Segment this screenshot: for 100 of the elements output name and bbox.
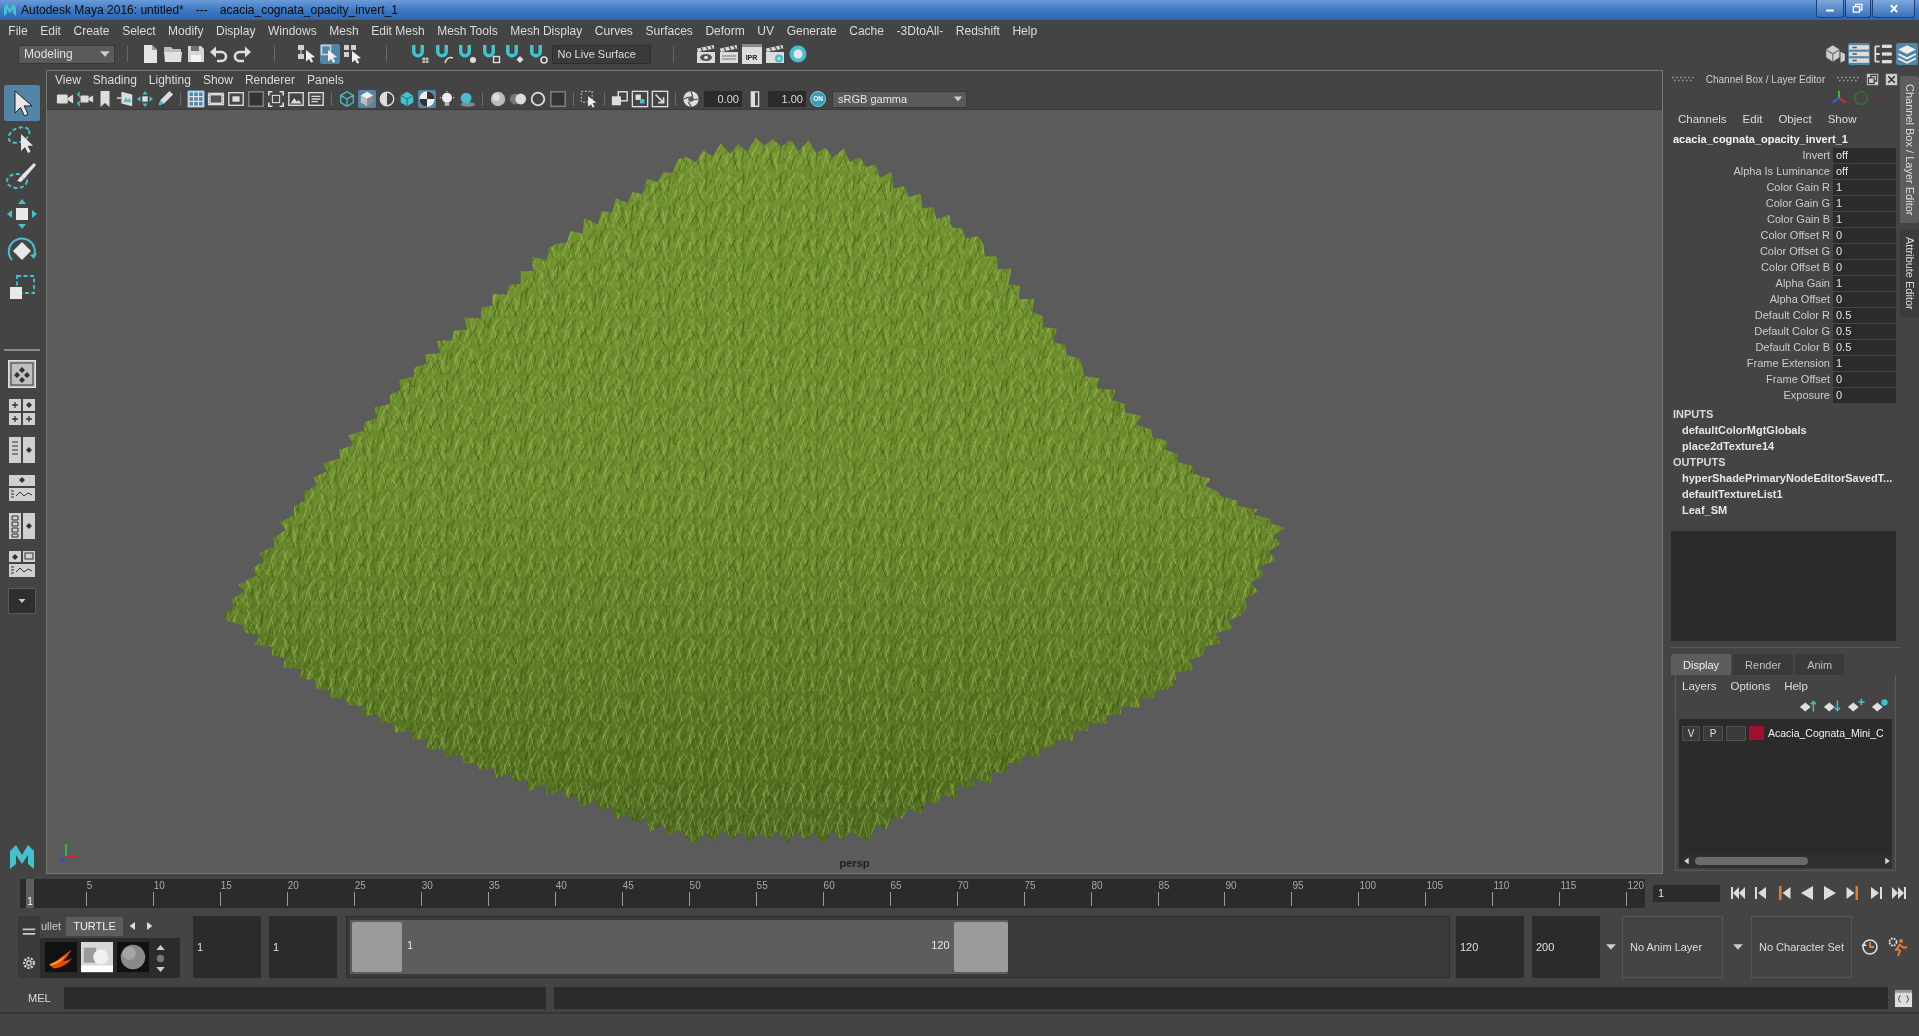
dark-square-icon[interactable] [247, 90, 265, 108]
camera-arrows-icon[interactable] [76, 90, 94, 108]
attribute-value-field[interactable]: 0 [1833, 244, 1896, 259]
layer-editor-tab[interactable]: Display [1671, 654, 1732, 675]
flame-icon[interactable] [44, 942, 78, 974]
menu-item[interactable]: Create [67, 24, 116, 38]
attribute-value-field[interactable]: 0.5 [1833, 308, 1896, 323]
start-frame-field[interactable]: 1 [193, 916, 261, 978]
command-input-field[interactable] [63, 987, 546, 1009]
menu-item[interactable]: Edit [33, 24, 68, 38]
restore-window-icon[interactable] [1866, 72, 1879, 86]
viewport-menu-item[interactable]: Renderer [238, 73, 301, 87]
shelf-tab[interactable]: ullet [40, 916, 63, 936]
time-slider-ruler[interactable]: 1 5 10 15 20 25 30 35 40 45 50 55 60 65 70 75 80 85 90 95 100 105 110 115 120 [20, 878, 1645, 908]
skip-start-icon[interactable] [1729, 884, 1747, 902]
layer-menu-item[interactable]: Options [1730, 680, 1771, 692]
menu-item[interactable]: File [2, 24, 34, 38]
layer-menu-item[interactable]: Layers [1682, 680, 1717, 692]
running-figure-gear-icon[interactable] [1888, 937, 1908, 957]
braces-window-icon[interactable] [1894, 988, 1913, 1008]
menu-item[interactable]: Select [115, 24, 162, 38]
visibility-toggle[interactable]: V [1682, 725, 1700, 741]
viewport-menu-item[interactable]: View [49, 73, 87, 87]
attribute-value-field[interactable]: 0.5 [1833, 324, 1896, 339]
menu-item[interactable]: Windows [261, 24, 323, 38]
tree-list-icon[interactable] [1872, 43, 1894, 65]
attribute-value-field[interactable]: 1 [1833, 276, 1896, 291]
attribute-value-field[interactable]: 1 [1833, 196, 1896, 211]
two-pane-icon[interactable] [8, 436, 36, 464]
attribute-value-field[interactable]: 1 [1833, 180, 1896, 195]
solid-cube-icon[interactable] [398, 90, 416, 108]
menu-item[interactable]: Mesh [322, 24, 365, 38]
magnet-curve-icon[interactable] [433, 44, 454, 64]
undo-arrow-icon[interactable] [209, 44, 229, 64]
cube-stack-icon[interactable] [1824, 43, 1846, 65]
image-plane-icon[interactable] [116, 90, 134, 108]
empty-toggle-button[interactable] [1726, 725, 1746, 741]
menu-item[interactable]: Redshift [949, 24, 1007, 38]
range-start-handle[interactable] [352, 922, 402, 972]
viewport-menu-item[interactable]: Lighting [142, 73, 197, 87]
layer-color-swatch-icon[interactable] [1749, 726, 1764, 740]
magnet-diamond-icon[interactable] [504, 44, 524, 64]
command-language-label[interactable]: MEL [28, 992, 51, 1004]
character-set-dropdown[interactable]: No Character Set [1751, 916, 1852, 978]
menu-item[interactable]: -3DtoAll- [890, 24, 950, 38]
stacked-pane-icon[interactable] [8, 474, 36, 502]
attribute-value-field[interactable]: 0 [1833, 372, 1896, 387]
current-frame-field[interactable]: 1 [1653, 884, 1720, 902]
range-end-field[interactable]: 120 [1456, 916, 1524, 978]
menu-item[interactable]: Generate [780, 24, 843, 38]
left-triangle-icon[interactable] [1682, 856, 1692, 866]
gear-icon[interactable] [21, 954, 37, 971]
aperture-icon[interactable] [682, 90, 700, 108]
output-node-item[interactable]: defaultTextureList1 [1671, 486, 1900, 502]
close-icon[interactable] [1885, 72, 1898, 86]
light-bulb-icon[interactable] [438, 90, 456, 108]
film-strip-icon[interactable] [207, 90, 225, 108]
attribute-value-field[interactable]: 0 [1833, 260, 1896, 275]
grip-dots-icon[interactable] [1836, 76, 1860, 82]
view-transform-dropdown[interactable]: sRGB gamma [832, 90, 967, 108]
exposure-field[interactable]: 0.00 [704, 91, 742, 107]
menu-item[interactable]: Cache [842, 24, 891, 38]
three-pane-icon[interactable] [8, 550, 36, 578]
pan-arrows-icon[interactable] [136, 90, 154, 108]
corner-frame-icon[interactable] [267, 90, 285, 108]
picture-frame-icon[interactable] [287, 90, 305, 108]
cursor-grid-icon[interactable] [343, 44, 363, 64]
cursor-box-icon[interactable] [320, 44, 340, 64]
output-node-item[interactable]: Leaf_SM [1671, 502, 1900, 518]
grid-icon[interactable] [187, 90, 205, 108]
attribute-value-field[interactable]: 0 [1833, 388, 1896, 403]
viewport-menu-item[interactable]: Show [196, 73, 239, 87]
shaded-cube-icon[interactable] [358, 90, 376, 108]
output-node-item[interactable]: hyperShadePrimaryNodeEditorSavedT... [1671, 470, 1900, 486]
overlapping-squares-icon[interactable] [611, 90, 629, 108]
dotted-cursor-icon[interactable] [580, 90, 598, 108]
grip-dots-icon[interactable] [1671, 76, 1695, 82]
layer-editor-tab[interactable]: Render [1733, 654, 1794, 675]
input-node-item[interactable]: place2dTexture14 [1671, 438, 1900, 454]
magnet-grid-icon[interactable] [410, 44, 430, 64]
scrollbar-track[interactable] [1682, 855, 1892, 867]
menu-item[interactable]: Surfaces [639, 24, 700, 38]
menu-item[interactable]: Mesh Tools [430, 24, 504, 38]
layer-name[interactable]: Acacia_Cognata_Mini_C [1768, 727, 1884, 739]
framed-squares-icon[interactable] [631, 90, 649, 108]
layers-icon[interactable] [1896, 43, 1918, 65]
clapperboard-icon[interactable] [718, 44, 739, 64]
folder-icon[interactable] [163, 44, 183, 64]
shelf-tab[interactable]: TURTLE [66, 916, 123, 936]
list-panel-icon[interactable] [1848, 43, 1870, 65]
cursor-boxes-icon[interactable] [297, 44, 317, 64]
viewport-menu-item[interactable]: Shading [86, 73, 143, 87]
attribute-value-field[interactable]: 1 [1833, 356, 1896, 371]
restore-button[interactable] [1845, 0, 1871, 18]
pencil-icon[interactable] [156, 90, 174, 108]
side-panel-tab[interactable]: Channel Box / Layer Editor [1900, 76, 1919, 224]
viewport-menu-item[interactable]: Panels [300, 73, 350, 87]
current-frame-marker[interactable]: 1 [26, 878, 34, 908]
sphere-shadow-icon[interactable] [458, 90, 476, 108]
clapperboard-ring-icon[interactable] [764, 44, 785, 64]
